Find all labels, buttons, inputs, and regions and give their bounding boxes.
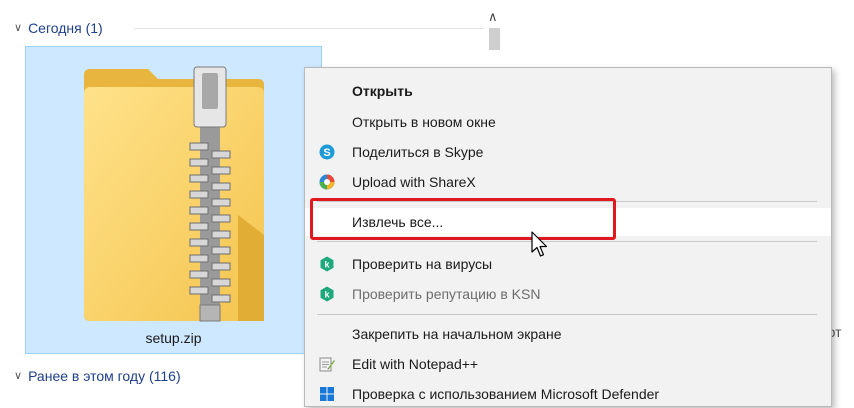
menu-item-open-new-window[interactable]: Открыть в новом окне xyxy=(305,108,831,136)
menu-item-label: Открыть xyxy=(352,83,413,99)
menu-item-pin-start[interactable]: Закрепить на начальном экране xyxy=(305,320,831,348)
menu-item-scan-viruses[interactable]: k Проверить на вирусы xyxy=(305,250,831,278)
skype-icon: S xyxy=(319,144,335,160)
scroll-thumb[interactable] xyxy=(489,28,500,50)
group-label-today: Сегодня (1) xyxy=(28,20,103,36)
mouse-cursor-icon xyxy=(531,231,548,257)
menu-item-label: Upload with ShareX xyxy=(352,174,476,190)
chevron-down-icon: ∨ xyxy=(14,369,23,382)
menu-item-label: Проверка с использованием Microsoft Defe… xyxy=(352,386,660,402)
group-label-earlier: Ранее в этом году (116) xyxy=(28,368,181,384)
menu-separator xyxy=(317,314,817,315)
menu-item-check-ksn[interactable]: k Проверить репутацию в KSN xyxy=(305,280,831,308)
menu-item-defender-scan[interactable]: Проверка с использованием Microsoft Defe… xyxy=(305,380,831,408)
menu-item-edit-notepadpp[interactable]: Edit with Notepad++ xyxy=(305,350,831,378)
svg-text:S: S xyxy=(323,147,330,159)
menu-item-label: Проверить репутацию в KSN xyxy=(352,286,541,302)
menu-item-label: Edit with Notepad++ xyxy=(352,356,479,372)
kaspersky-icon: k xyxy=(320,286,334,302)
group-header-earlier[interactable]: ∨ Ранее в этом году (116) xyxy=(14,366,181,386)
scrollbar[interactable]: ∧ xyxy=(483,6,507,52)
menu-item-label: Открыть в новом окне xyxy=(352,114,496,130)
scroll-up-arrow-icon[interactable]: ∧ xyxy=(488,9,498,25)
zip-folder-icon xyxy=(84,66,264,322)
group-header-today[interactable]: ∨ Сегодня (1) xyxy=(14,18,484,38)
menu-item-label: Закрепить на начальном экране xyxy=(352,326,562,342)
menu-item-label: Проверить на вирусы xyxy=(352,256,493,272)
menu-item-upload-sharex[interactable]: Upload with ShareX xyxy=(305,168,831,196)
menu-item-label: Поделиться в Skype xyxy=(352,144,484,160)
group-divider xyxy=(134,28,484,29)
defender-icon xyxy=(320,387,334,401)
chevron-down-icon: ∨ xyxy=(14,21,23,34)
kaspersky-icon: k xyxy=(320,256,334,272)
notepadpp-icon xyxy=(319,357,335,372)
file-name-label: setup.zip xyxy=(145,330,202,346)
sharex-icon xyxy=(319,174,335,190)
annotation-highlight-box xyxy=(310,198,616,240)
menu-separator xyxy=(317,241,817,242)
menu-item-share-skype[interactable]: S Поделиться в Skype xyxy=(305,138,831,166)
menu-item-open[interactable]: Открыть xyxy=(305,77,831,105)
file-item-setup-zip[interactable]: setup.zip xyxy=(25,46,322,354)
